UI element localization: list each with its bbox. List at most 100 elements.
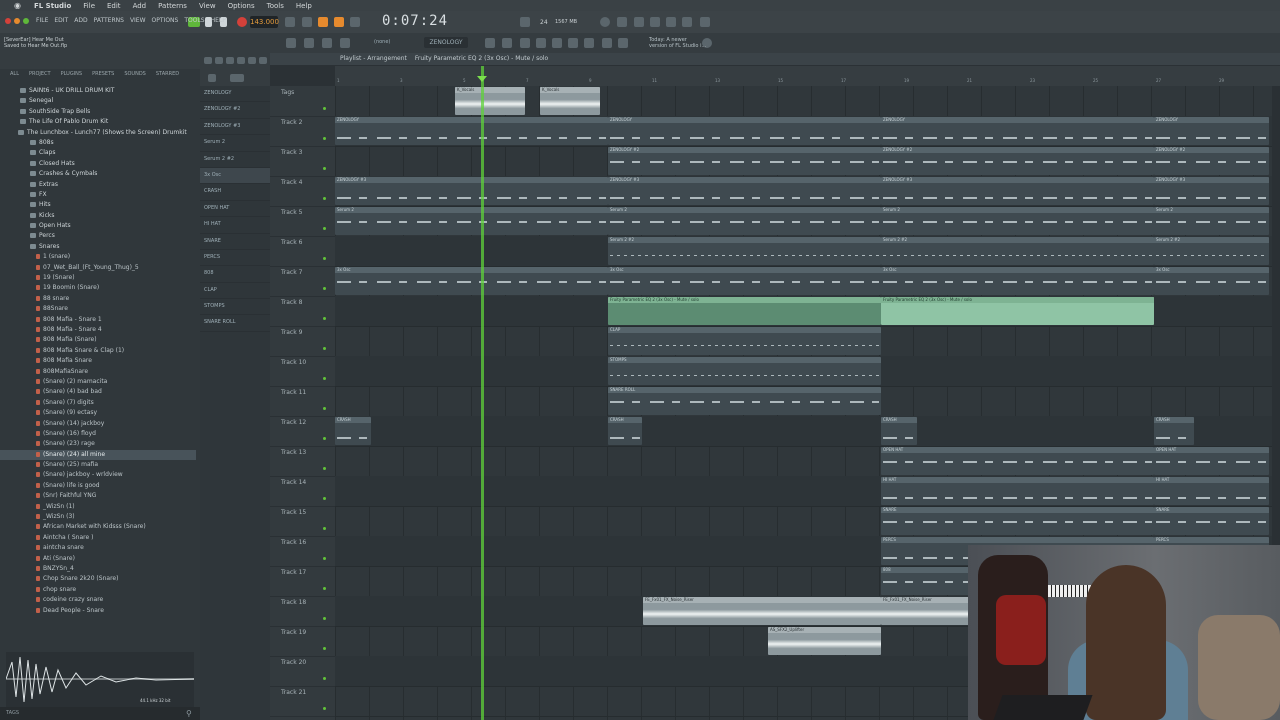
pattern-clip[interactable]: ZENOLOGY #3 <box>608 177 881 205</box>
undo-icon[interactable] <box>286 38 296 48</box>
fl-menu-patterns[interactable]: PATTERNS <box>94 17 124 24</box>
view-touch-icon[interactable] <box>602 38 612 48</box>
mute-tool-icon[interactable] <box>237 57 245 64</box>
fl-menu-help[interactable]: HELP <box>211 17 226 24</box>
track-mute-led-icon[interactable] <box>323 407 326 410</box>
browser-folder[interactable]: FX <box>0 190 196 200</box>
browser-file[interactable]: 19 Boomin (Snare) <box>0 283 196 293</box>
view-plugin-picker-icon[interactable] <box>618 38 628 48</box>
playlist-icon[interactable] <box>682 17 692 27</box>
track-header[interactable]: Track 20 <box>270 656 335 687</box>
picker-item[interactable]: ZENOLOGY <box>200 86 270 103</box>
audio-clip[interactable]: K_Vocals <box>455 87 525 115</box>
pattern-clip[interactable]: Serum 2 #2 <box>608 237 881 265</box>
help-icon[interactable] <box>650 17 660 27</box>
browser-folder[interactable]: SAINt6 - UK DRILL DRUM KIT <box>0 86 196 96</box>
track-header[interactable]: Track 7 <box>270 266 335 297</box>
menu-edit[interactable]: Edit <box>107 2 121 10</box>
picker-item[interactable]: 808 <box>200 266 270 283</box>
track-mute-led-icon[interactable] <box>323 197 326 200</box>
pattern-clip[interactable]: Serum 2 <box>1154 207 1269 235</box>
track-mute-led-icon[interactable] <box>323 347 326 350</box>
track-mute-led-icon[interactable] <box>323 617 326 620</box>
track-mute-led-icon[interactable] <box>323 287 326 290</box>
pattern-clip[interactable]: CLAP <box>608 327 881 355</box>
pattern-clip[interactable]: 3x Osc <box>608 267 881 295</box>
pattern-clip[interactable]: 3x Osc <box>1154 267 1269 295</box>
view-channel-rack-icon[interactable] <box>536 38 546 48</box>
fl-menu-edit[interactable]: EDIT <box>54 17 68 24</box>
window-minimize-icon[interactable] <box>14 18 20 24</box>
picker-item[interactable]: CRASH <box>200 184 270 201</box>
pattern-clip[interactable]: OPEN HAT <box>881 447 1154 475</box>
select-tool-icon[interactable] <box>259 57 267 64</box>
save-icon[interactable] <box>304 38 314 48</box>
track-header[interactable]: Track 12 <box>270 416 335 447</box>
browser-folder[interactable]: 808s <box>0 138 196 148</box>
song-time-display[interactable]: 0:07:24 <box>382 13 448 29</box>
menu-file[interactable]: File <box>83 2 95 10</box>
automation-clip[interactable]: Fruity Parametric EQ 2 (3x Osc) - Mute /… <box>608 297 881 325</box>
browser-file[interactable]: (Snare) (14) jackboy <box>0 419 196 429</box>
sample-waveform-preview[interactable]: 44.1 kHz 32 bit <box>5 652 195 707</box>
browser-file[interactable]: (Snare) (9) ectasy <box>0 408 196 418</box>
pattern-clip[interactable]: ZENOLOGY #3 <box>1154 177 1269 205</box>
track-header[interactable]: Track 18 <box>270 596 335 627</box>
browser-folder[interactable]: Hits <box>0 200 196 210</box>
menu-options[interactable]: Options <box>228 2 255 10</box>
browser-tab-sounds[interactable]: SOUNDS <box>124 69 146 79</box>
paint-tool-icon[interactable] <box>215 57 223 64</box>
playhead[interactable] <box>481 66 484 720</box>
track-mute-led-icon[interactable] <box>323 437 326 440</box>
browser-tab-plugins[interactable]: PLUGINS <box>61 69 82 79</box>
browser-tab-presets[interactable]: PRESETS <box>92 69 114 79</box>
pattern-clip[interactable]: ZENOLOGY #2 <box>1154 147 1269 175</box>
pattern-clip[interactable]: STOMPS <box>608 357 881 385</box>
piano-roll-icon[interactable] <box>666 17 676 27</box>
magnet-icon[interactable] <box>340 38 350 48</box>
picker-item[interactable]: STOMPS <box>200 299 270 316</box>
pattern-clip[interactable]: SNARE <box>1154 507 1269 535</box>
browser-folder[interactable]: Closed Hats <box>0 159 196 169</box>
browser-file[interactable]: _WizSn (3) <box>0 512 196 522</box>
browser-file[interactable]: chop snare <box>0 585 196 595</box>
browser-file[interactable]: African Market with Kidsss (Snare) <box>0 522 196 532</box>
browser-file[interactable]: Ati (Snare) <box>0 554 196 564</box>
track-mute-led-icon[interactable] <box>323 497 326 500</box>
menu-view[interactable]: View <box>199 2 216 10</box>
picker-item[interactable]: HI HAT <box>200 217 270 234</box>
browser-file[interactable]: 808 Mafia - Snare 1 <box>0 315 196 325</box>
pattern-clip[interactable]: CRASH <box>1154 417 1194 445</box>
browser-file[interactable]: BNZYSn_4 <box>0 564 196 574</box>
track-header[interactable]: Track 16 <box>270 536 335 567</box>
add-pattern-icon[interactable] <box>485 38 495 48</box>
picker-toggle-icon[interactable] <box>208 74 216 82</box>
browser-file[interactable]: (Snare) (24) all mine <box>0 449 196 461</box>
pattern-clip[interactable]: SNARE ROLL <box>608 387 881 415</box>
view-playlist-icon[interactable] <box>502 38 512 48</box>
fl-menu-options[interactable]: OPTIONS <box>152 17 179 24</box>
browser-file[interactable]: 88Snare <box>0 304 196 314</box>
pattern-clip[interactable]: ZENOLOGY <box>335 117 608 145</box>
delete-tool-icon[interactable] <box>226 57 234 64</box>
view-plugin-icon[interactable] <box>584 38 594 48</box>
fl-menu-file[interactable]: FILE <box>36 17 48 24</box>
browser-file[interactable]: aintcha snare <box>0 543 196 553</box>
apple-icon[interactable]: ◉ <box>14 1 24 10</box>
audio-clip[interactable]: FE_Fx01_FX_Noise_Riser <box>881 597 971 625</box>
pattern-clip[interactable]: HI HAT <box>1154 477 1269 505</box>
track-header[interactable]: Track 2 <box>270 116 335 147</box>
pattern-clip[interactable]: ZENOLOGY #2 <box>608 147 881 175</box>
track-mute-led-icon[interactable] <box>323 167 326 170</box>
browser-folder[interactable]: Crashes & Cymbals <box>0 169 196 179</box>
picker-item[interactable]: SNARE <box>200 234 270 250</box>
browser-folder[interactable]: The Life Of Pablo Drum Kit <box>0 117 196 127</box>
pattern-clip[interactable]: Serum 2 <box>335 207 608 235</box>
countdown-icon[interactable] <box>318 17 328 27</box>
playhead-marker-icon[interactable] <box>477 76 487 82</box>
menu-tools[interactable]: Tools <box>267 2 284 10</box>
picker-item[interactable]: ZENOLOGY #2 <box>200 102 270 119</box>
track-mute-led-icon[interactable] <box>323 587 326 590</box>
browser-file[interactable]: 07_Wet_Ball_(Ft_Young_Thug)_5 <box>0 263 196 273</box>
pattern-clip[interactable]: ZENOLOGY #3 <box>335 177 608 205</box>
